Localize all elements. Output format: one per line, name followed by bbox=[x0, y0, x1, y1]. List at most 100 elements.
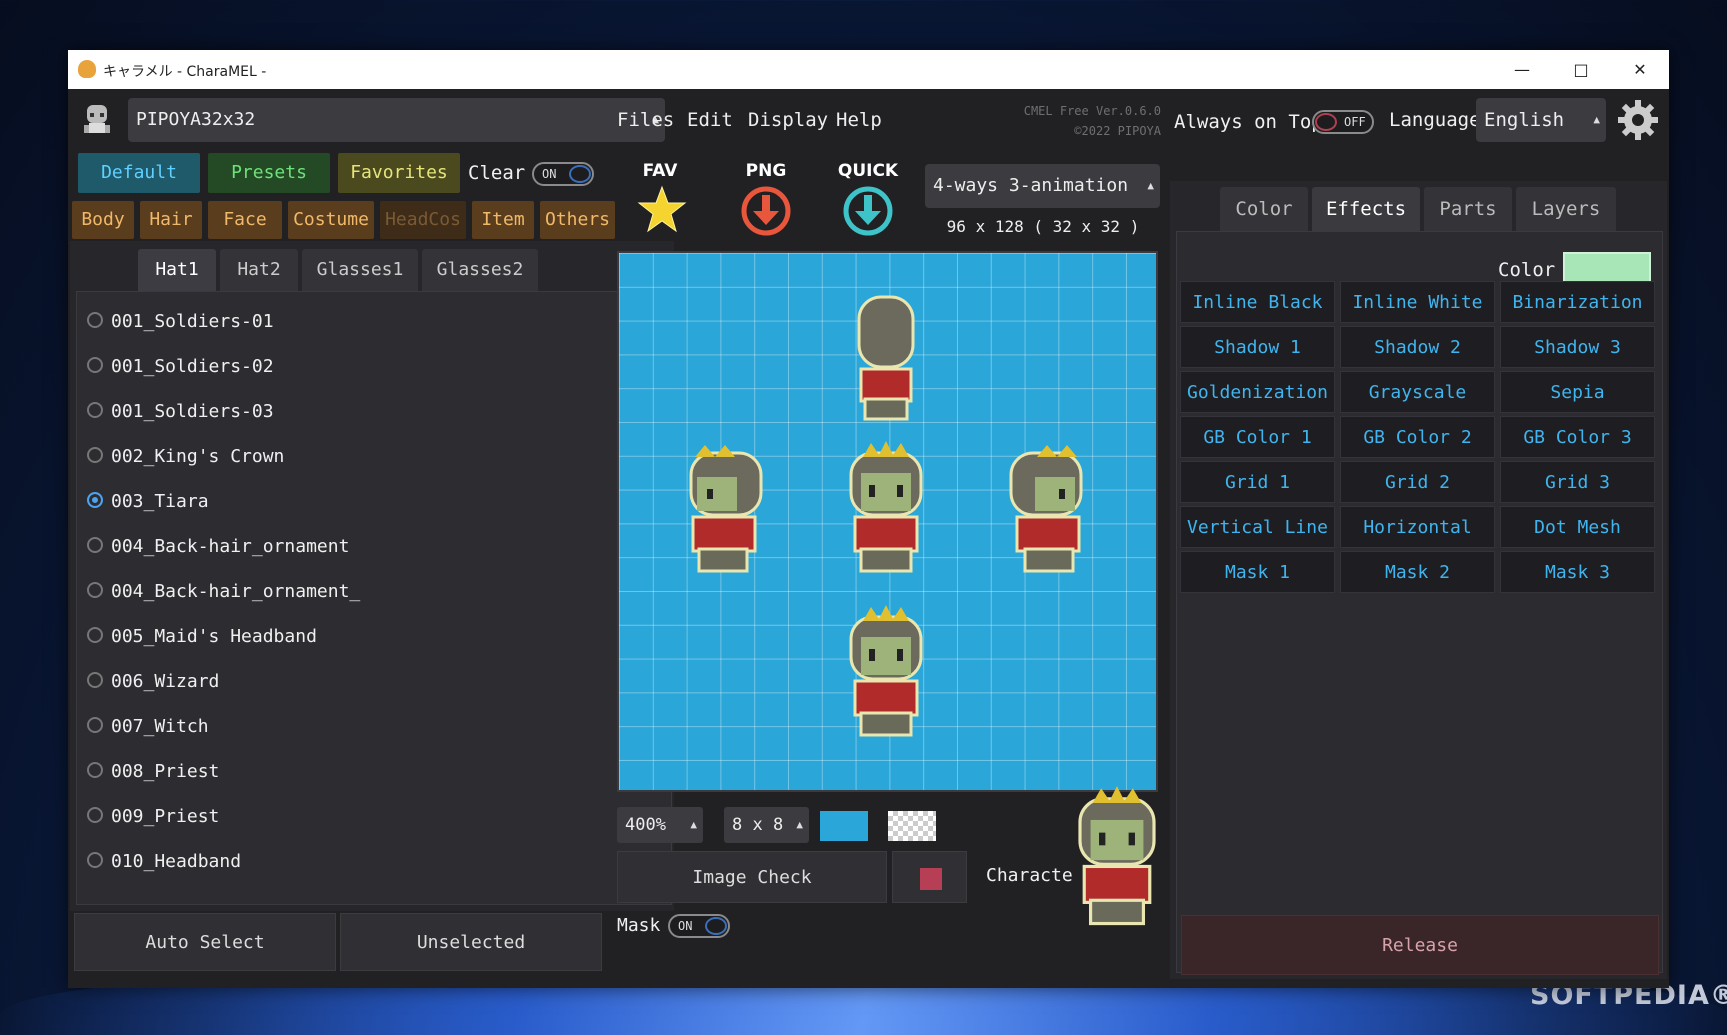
subtab-glasses1[interactable]: Glasses1 bbox=[302, 249, 418, 291]
preset-select[interactable]: PIPOYA32x32 ▲ bbox=[128, 98, 665, 142]
character-avatar-icon[interactable] bbox=[78, 101, 116, 139]
subtab-glasses2[interactable]: Glasses2 bbox=[422, 249, 538, 291]
effect-shadow-1[interactable]: Shadow 1 bbox=[1180, 326, 1335, 368]
effect-mask-1[interactable]: Mask 1 bbox=[1180, 551, 1335, 593]
default-button[interactable]: Default bbox=[78, 153, 200, 193]
effect-gb-color-3[interactable]: GB Color 3 bbox=[1500, 416, 1655, 458]
list-item[interactable]: 001_Soldiers-01 bbox=[87, 307, 274, 337]
effect-shadow-3[interactable]: Shadow 3 bbox=[1500, 326, 1655, 368]
star-icon[interactable] bbox=[637, 185, 687, 233]
radio-button[interactable] bbox=[87, 852, 103, 868]
language-select[interactable]: English ▲ bbox=[1476, 98, 1606, 142]
radio-button[interactable] bbox=[87, 582, 103, 598]
category-hair[interactable]: Hair bbox=[140, 201, 202, 239]
category-others[interactable]: Others bbox=[540, 201, 615, 239]
category-face[interactable]: Face bbox=[208, 201, 282, 239]
list-item[interactable]: 007_Witch bbox=[87, 712, 209, 742]
effect-gb-color-1[interactable]: GB Color 1 bbox=[1180, 416, 1335, 458]
radio-button[interactable] bbox=[87, 312, 103, 328]
zoom-select[interactable]: 400% ▲ bbox=[617, 807, 703, 843]
radio-button[interactable] bbox=[87, 402, 103, 418]
subtab-hat1[interactable]: Hat1 bbox=[138, 249, 216, 291]
effect-goldenization[interactable]: Goldenization bbox=[1180, 371, 1335, 413]
radio-button[interactable] bbox=[87, 537, 103, 553]
radio-button[interactable] bbox=[87, 357, 103, 373]
effect-mask-3[interactable]: Mask 3 bbox=[1500, 551, 1655, 593]
fav-label: FAV bbox=[642, 161, 678, 181]
menu-edit[interactable]: Edit bbox=[687, 109, 733, 131]
radio-button[interactable] bbox=[87, 627, 103, 643]
tab-parts[interactable]: Parts bbox=[1424, 187, 1512, 231]
effect-binarization[interactable]: Binarization bbox=[1500, 281, 1655, 323]
mask-toggle[interactable]: ON bbox=[668, 914, 730, 938]
presets-button[interactable]: Presets bbox=[208, 153, 330, 193]
grid-select[interactable]: 8 x 8 ▲ bbox=[724, 807, 809, 843]
list-item[interactable]: 004_Back-hair_ornament bbox=[87, 532, 349, 562]
image-check-color-swatch[interactable] bbox=[892, 851, 967, 903]
menu-help[interactable]: Help bbox=[836, 109, 882, 131]
tab-color[interactable]: Color bbox=[1220, 187, 1308, 231]
category-headcos[interactable]: HeadCos bbox=[380, 201, 466, 239]
list-item[interactable]: 008_Priest bbox=[87, 757, 219, 787]
tab-effects[interactable]: Effects bbox=[1312, 187, 1420, 231]
version-info: CMEL Free Ver.0.6.0 ©2022 PIPOYA bbox=[1015, 101, 1161, 141]
radio-button[interactable] bbox=[87, 672, 103, 688]
close-icon[interactable]: ✕ bbox=[1611, 50, 1669, 89]
effect-grid-2[interactable]: Grid 2 bbox=[1340, 461, 1495, 503]
effect-grid-3[interactable]: Grid 3 bbox=[1500, 461, 1655, 503]
list-item[interactable]: 001_Soldiers-02 bbox=[87, 352, 274, 382]
menu-files[interactable]: Files bbox=[617, 109, 674, 131]
list-item[interactable]: 006_Wizard bbox=[87, 667, 219, 697]
release-button[interactable]: Release bbox=[1181, 915, 1659, 975]
effect-color-swatch[interactable] bbox=[1563, 252, 1651, 284]
quick-download-icon[interactable] bbox=[842, 185, 894, 237]
transparent-bg-swatch[interactable] bbox=[888, 811, 936, 841]
unselected-button[interactable]: Unselected bbox=[340, 913, 602, 971]
effect-vertical-line[interactable]: Vertical Line bbox=[1180, 506, 1335, 548]
list-item[interactable]: 002_King's Crown bbox=[87, 442, 284, 472]
radio-button[interactable] bbox=[87, 492, 103, 508]
image-check-button[interactable]: Image Check bbox=[617, 851, 887, 903]
sprite-dimensions: 96 x 128 ( 32 x 32 ) bbox=[946, 217, 1140, 236]
list-item[interactable]: 009_Priest bbox=[87, 802, 219, 832]
category-item[interactable]: Item bbox=[472, 201, 534, 239]
effect-inline-black[interactable]: Inline Black bbox=[1180, 281, 1335, 323]
png-download-icon[interactable] bbox=[740, 185, 792, 237]
select-arrows-icon: ▲ bbox=[690, 818, 697, 831]
clear-toggle[interactable]: ON bbox=[532, 162, 594, 186]
radio-button[interactable] bbox=[87, 447, 103, 463]
effect-dot-mesh[interactable]: Dot Mesh bbox=[1500, 506, 1655, 548]
tab-layers[interactable]: Layers bbox=[1516, 187, 1616, 231]
list-item[interactable]: 005_Maid's Headband bbox=[87, 622, 317, 652]
radio-button[interactable] bbox=[87, 717, 103, 733]
category-body[interactable]: Body bbox=[72, 201, 134, 239]
settings-gear-icon[interactable] bbox=[1616, 98, 1660, 142]
list-item[interactable]: 004_Back-hair_ornament_ bbox=[87, 577, 360, 607]
list-item[interactable]: 010_Headband bbox=[87, 847, 241, 877]
effect-grayscale[interactable]: Grayscale bbox=[1340, 371, 1495, 413]
subtab-hat2[interactable]: Hat2 bbox=[220, 249, 298, 291]
effect-shadow-2[interactable]: Shadow 2 bbox=[1340, 326, 1495, 368]
list-item[interactable]: 001_Soldiers-03 bbox=[87, 397, 274, 427]
animation-select[interactable]: 4-ways 3-animation ▲ bbox=[925, 164, 1160, 208]
window-title: キャラメル - CharaMEL - bbox=[103, 64, 267, 80]
minimize-icon[interactable]: — bbox=[1493, 50, 1551, 89]
effect-sepia[interactable]: Sepia bbox=[1500, 371, 1655, 413]
radio-button[interactable] bbox=[87, 762, 103, 778]
floating-character-preview[interactable] bbox=[1058, 784, 1176, 932]
auto-select-button[interactable]: Auto Select bbox=[74, 913, 336, 971]
favorites-button[interactable]: Favorites bbox=[338, 153, 460, 193]
background-color-swatch[interactable] bbox=[820, 811, 868, 841]
menu-display[interactable]: Display bbox=[748, 109, 828, 131]
effect-gb-color-2[interactable]: GB Color 2 bbox=[1340, 416, 1495, 458]
effect-grid-1[interactable]: Grid 1 bbox=[1180, 461, 1335, 503]
category-costume[interactable]: Costume bbox=[288, 201, 374, 239]
preview-canvas[interactable] bbox=[617, 251, 1158, 792]
effect-mask-2[interactable]: Mask 2 bbox=[1340, 551, 1495, 593]
maximize-icon[interactable]: □ bbox=[1552, 50, 1610, 89]
effect-horizontal-line[interactable]: Horizontal Line bbox=[1340, 506, 1495, 580]
radio-button[interactable] bbox=[87, 807, 103, 823]
always-on-top-toggle[interactable]: OFF bbox=[1312, 110, 1374, 134]
effect-inline-white[interactable]: Inline White bbox=[1340, 281, 1495, 323]
list-item-selected[interactable]: 003_Tiara bbox=[87, 487, 209, 517]
